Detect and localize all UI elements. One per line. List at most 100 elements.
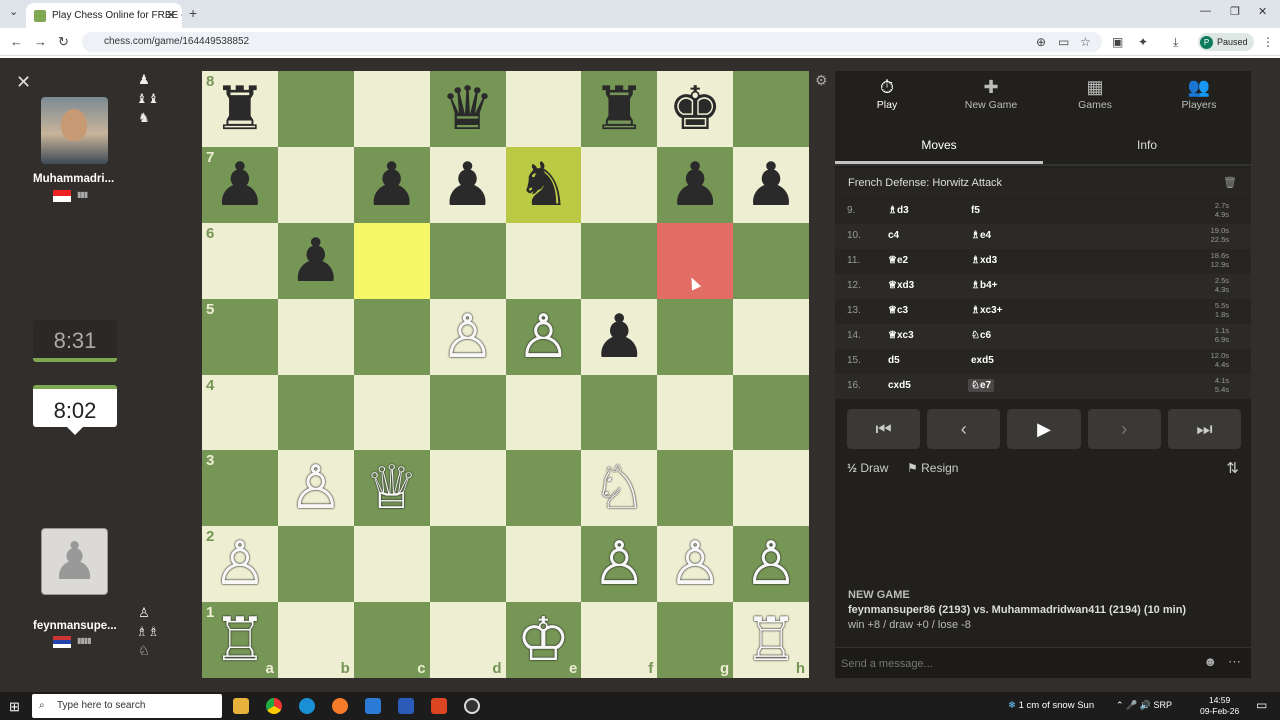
square-d7[interactable]: ♟: [429, 146, 506, 223]
edge-icon[interactable]: [299, 698, 315, 714]
black-piece-icon[interactable]: ♟: [278, 223, 354, 299]
square-a1[interactable]: 1 a ♖: [202, 602, 278, 678]
square-g2[interactable]: ♙: [657, 526, 734, 603]
notifications-icon[interactable]: ▭: [1256, 698, 1267, 712]
square-f3[interactable]: ♘: [581, 450, 658, 527]
black-move[interactable]: ♗e4: [971, 230, 991, 241]
square-a4[interactable]: 4: [202, 374, 278, 451]
square-e4[interactable]: [505, 374, 582, 451]
file-explorer-icon[interactable]: [233, 698, 249, 714]
extensions-icon[interactable]: ✦: [1138, 35, 1148, 49]
tab-list-icon[interactable]: ⌄: [9, 5, 18, 18]
maximize-icon[interactable]: ❐: [1230, 5, 1240, 18]
square-c4[interactable]: [353, 374, 430, 451]
black-move[interactable]: exd5: [971, 355, 994, 366]
white-piece-icon[interactable]: ♖: [733, 602, 809, 678]
white-piece-icon[interactable]: ♘: [581, 450, 657, 526]
white-move[interactable]: ♕xd3: [888, 280, 914, 291]
square-c1[interactable]: c: [353, 602, 430, 678]
black-piece-icon[interactable]: ♟: [657, 147, 733, 223]
black-move[interactable]: ♗xd3: [971, 255, 997, 266]
bottom-player-name[interactable]: feynmansupe...: [33, 620, 128, 632]
square-g5[interactable]: [657, 298, 734, 375]
black-move[interactable]: ♗xc3+: [971, 305, 1003, 316]
square-d2[interactable]: [429, 526, 506, 603]
white-move[interactable]: d5: [888, 355, 900, 366]
white-piece-icon[interactable]: ♙: [202, 526, 278, 602]
square-e8[interactable]: [505, 71, 582, 147]
square-a3[interactable]: 3: [202, 450, 278, 527]
close-icon[interactable]: ✕: [16, 72, 31, 93]
square-g3[interactable]: [657, 450, 734, 527]
zoom-icon[interactable]: ⊕: [1036, 35, 1046, 49]
square-a2[interactable]: 2 ♙: [202, 526, 278, 603]
square-e6[interactable]: [505, 222, 582, 299]
square-h5[interactable]: [733, 298, 809, 375]
top-player-name[interactable]: Muhammadri...: [33, 173, 128, 185]
nav-players[interactable]: 👥 Players: [1147, 71, 1251, 121]
black-piece-icon[interactable]: ♛: [430, 71, 506, 147]
white-move[interactable]: cxd5: [888, 380, 911, 391]
square-d5[interactable]: ♙: [429, 298, 506, 375]
square-c3[interactable]: ♕: [353, 450, 430, 527]
square-b1[interactable]: b: [277, 602, 354, 678]
square-d3[interactable]: [429, 450, 506, 527]
square-d4[interactable]: [429, 374, 506, 451]
forward-icon[interactable]: →: [34, 34, 47, 49]
square-b5[interactable]: [277, 298, 354, 375]
square-h6[interactable]: [733, 222, 809, 299]
white-move[interactable]: ♕e2: [888, 255, 908, 266]
black-piece-icon[interactable]: ♟: [733, 147, 809, 223]
square-b8[interactable]: [277, 71, 354, 147]
square-a6[interactable]: 6: [202, 222, 278, 299]
nav-play[interactable]: ⏱ Play: [835, 71, 939, 121]
close-tab-icon[interactable]: ✕: [166, 8, 176, 22]
chat-input[interactable]: [841, 655, 1181, 672]
app-icon[interactable]: [464, 698, 480, 714]
white-piece-icon[interactable]: ♙: [506, 299, 582, 375]
square-f6[interactable]: [581, 222, 658, 299]
white-piece-icon[interactable]: ♕: [354, 450, 430, 526]
square-g1[interactable]: g: [657, 602, 734, 678]
play-button[interactable]: ▶: [1007, 409, 1081, 449]
square-g4[interactable]: [657, 374, 734, 451]
square-e3[interactable]: [505, 450, 582, 527]
square-a7[interactable]: 7 ♟: [202, 146, 278, 223]
bottom-player-avatar[interactable]: ♟: [41, 528, 108, 595]
black-piece-icon[interactable]: ♚: [657, 71, 733, 147]
white-move[interactable]: c4: [888, 230, 899, 241]
tab-info[interactable]: Info: [1043, 126, 1251, 164]
square-b2[interactable]: [277, 526, 354, 603]
square-d8[interactable]: ♛: [429, 71, 506, 147]
black-piece-icon[interactable]: ♜: [202, 71, 278, 147]
square-b4[interactable]: [277, 374, 354, 451]
black-piece-icon[interactable]: ♟: [430, 147, 506, 223]
taskbar-clock[interactable]: 14:59 09-Feb-26: [1200, 695, 1239, 717]
white-piece-icon[interactable]: ♙: [657, 526, 733, 602]
white-piece-icon[interactable]: ♙: [278, 450, 354, 526]
black-move[interactable]: ♘c6: [971, 330, 991, 341]
square-d1[interactable]: d: [429, 602, 506, 678]
square-b6[interactable]: ♟: [277, 222, 354, 299]
black-piece-icon[interactable]: ♟: [202, 147, 278, 223]
word-icon[interactable]: [398, 698, 414, 714]
chess-board[interactable]: 8 ♜ ♛ ♜ ♚ 7 ♟ ♟ ♟ ♞ ♟ ♟ 6 ♟ 5 ♙ ♙ ♟ 4 3 ♙ ♕ ♘ 2 ♙ ♙ ♙ ♙ 1 a ♖ b c d e ♔ f g h ♖: [202, 71, 809, 678]
white-piece-icon[interactable]: ♔: [506, 602, 582, 678]
square-h7[interactable]: ♟: [733, 146, 809, 223]
white-move[interactable]: ♕xc3: [888, 330, 914, 341]
black-piece-icon[interactable]: ♟: [581, 299, 657, 375]
square-e5[interactable]: ♙: [505, 298, 582, 375]
black-move[interactable]: f5: [971, 205, 980, 216]
first-move-button[interactable]: ⏮: [847, 409, 921, 449]
windows-start-icon[interactable]: ⊞: [9, 699, 20, 715]
square-c7[interactable]: ♟: [353, 146, 430, 223]
delete-icon[interactable]: 🗑: [1223, 168, 1237, 198]
store-icon[interactable]: [365, 698, 381, 714]
square-e7[interactable]: ♞: [505, 146, 582, 223]
white-move[interactable]: ♗d3: [888, 205, 909, 216]
firefox-icon[interactable]: [332, 698, 348, 714]
square-e1[interactable]: e ♔: [505, 602, 582, 678]
black-piece-icon[interactable]: ♞: [506, 147, 582, 223]
nav-new-game[interactable]: ✚ New Game: [939, 71, 1043, 121]
square-d6[interactable]: [429, 222, 506, 299]
